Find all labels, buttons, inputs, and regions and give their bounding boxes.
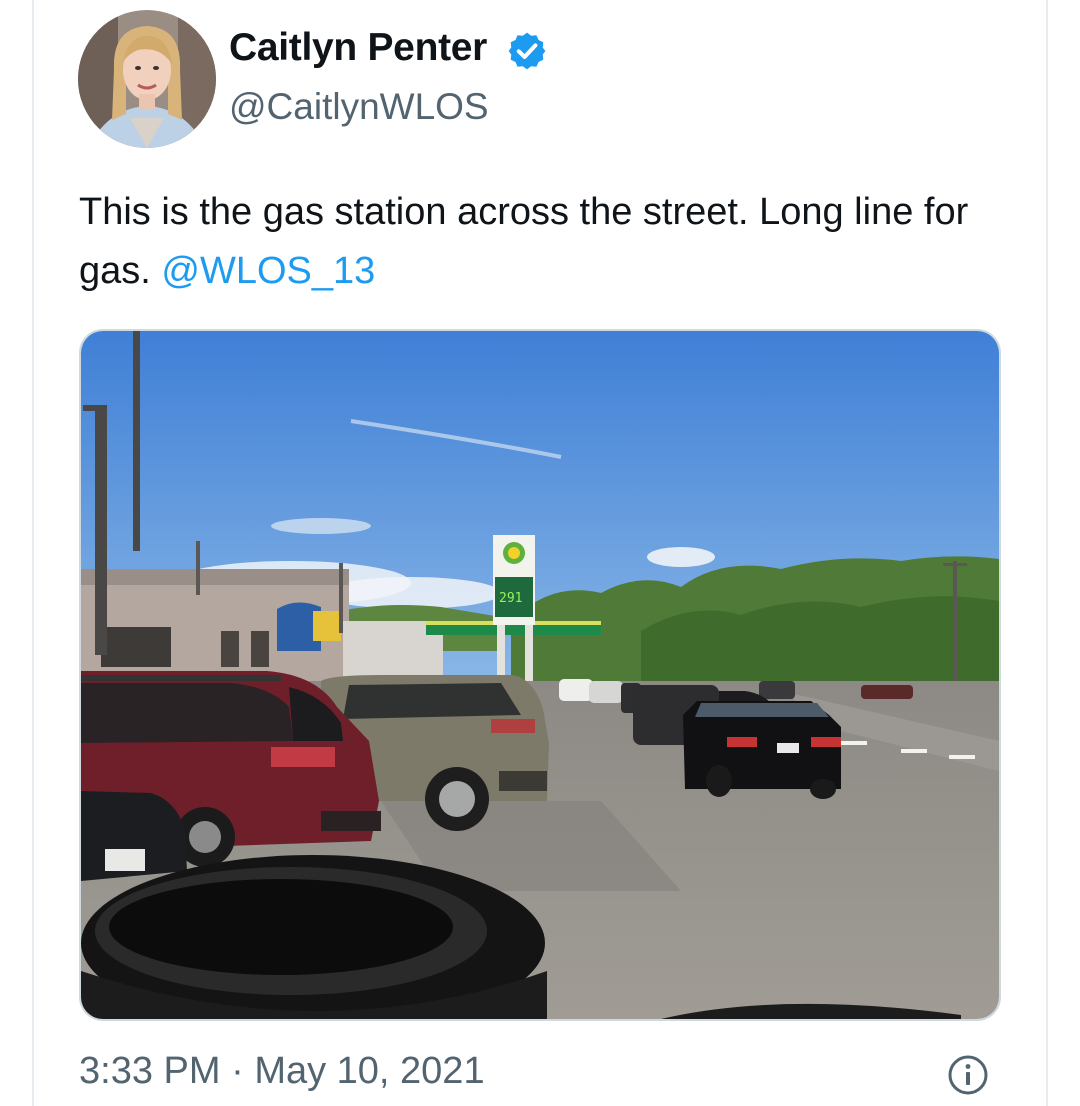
info-icon[interactable] [946, 1053, 990, 1097]
timestamp-separator: · [231, 1050, 244, 1092]
tweet-date: May 10, 2021 [254, 1050, 485, 1092]
verified-badge-icon [508, 32, 546, 70]
avatar-image [78, 10, 216, 148]
gas-station-photo: 291 [81, 331, 999, 1019]
price-sign-text: 291 [499, 591, 522, 606]
mention-link[interactable]: @WLOS_13 [161, 250, 375, 292]
tweet-photo[interactable]: 291 [79, 329, 1001, 1021]
tweet-text: This is the gas station across the stree… [79, 183, 979, 301]
author-avatar[interactable] [78, 10, 216, 148]
tweet-timestamp[interactable]: 3:33 PM · May 10, 2021 [79, 1050, 485, 1093]
tweet-time: 3:33 PM [79, 1050, 221, 1092]
author-handle[interactable]: @CaitlynWLOS [229, 86, 489, 128]
author-display-name[interactable]: Caitlyn Penter [229, 26, 487, 70]
